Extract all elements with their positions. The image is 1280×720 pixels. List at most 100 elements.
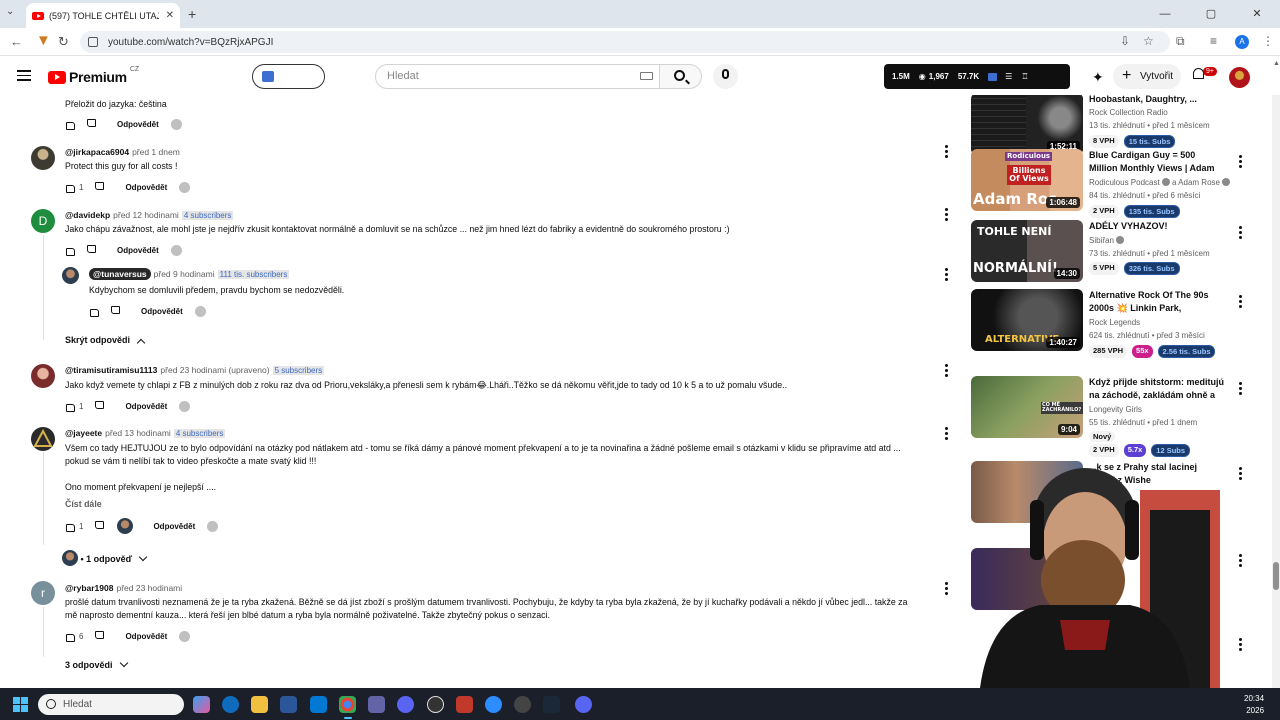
extensions-icon[interactable]: ⧉ [1176, 34, 1185, 49]
close-window-button[interactable]: ✕ [1234, 0, 1280, 28]
search-button[interactable] [660, 64, 702, 89]
comment-author[interactable]: @davidekp [65, 210, 110, 220]
reply-button[interactable]: Odpovědět [125, 402, 167, 411]
comment-time[interactable]: před 9 hodinami [154, 269, 215, 279]
voice-search-button[interactable] [713, 64, 738, 89]
reply-button[interactable]: Odpovědět [125, 632, 167, 641]
scrollbar-thumb[interactable] [1273, 562, 1279, 590]
like-icon[interactable] [65, 120, 75, 130]
site-info-icon[interactable] [88, 37, 98, 47]
like-icon[interactable] [65, 183, 75, 193]
store-icon[interactable] [280, 696, 297, 713]
maximize-button[interactable]: ▢ [1188, 0, 1234, 28]
app-icon[interactable] [514, 696, 531, 713]
app-icon[interactable] [427, 696, 444, 713]
channel-name[interactable]: Rodiculous Podcast a Adam Rose [1089, 177, 1230, 189]
show-replies-button[interactable]: • 1 odpověď [62, 550, 148, 566]
avatar[interactable]: D [31, 209, 55, 233]
video-menu-icon[interactable] [1239, 295, 1242, 310]
create-button[interactable]: Vytvořit [1113, 63, 1181, 89]
translate-icon[interactable] [207, 520, 219, 532]
comment-time[interactable]: před 23 hodinami (upraveno) [160, 365, 269, 375]
video-title[interactable]: Hoobastank, Daughtry, ... [1089, 95, 1224, 106]
dislike-icon[interactable] [95, 522, 105, 531]
youtube-logo[interactable]: Premium CZ [48, 66, 139, 85]
translate-icon[interactable] [170, 118, 182, 130]
like-icon[interactable] [65, 632, 75, 642]
like-icon[interactable] [89, 307, 99, 317]
chrome-icon[interactable] [339, 696, 356, 719]
video-menu-icon[interactable] [1239, 226, 1242, 241]
copilot-icon[interactable] [193, 696, 210, 713]
tab-close-icon[interactable]: ✕ [166, 10, 174, 21]
related-video[interactable]: Rodiculous Billions Of Views Adam Ros 1:… [971, 149, 1242, 218]
video-thumbnail[interactable]: TOHLE NENÍ NORMÁLNÍ! 14:30 [971, 220, 1083, 282]
list-icon[interactable]: ☰ [1005, 72, 1012, 81]
comment-author[interactable]: @tunaversus [89, 268, 151, 280]
comment-time[interactable]: před 13 hodinami [105, 428, 171, 438]
channel-name[interactable]: Rock Legends [1089, 317, 1140, 329]
comment-time[interactable]: před 1 dnem [132, 147, 180, 157]
video-title[interactable]: Když přijde shitstorm: meditujú na zácho… [1089, 376, 1224, 402]
scroll-up-arrow-icon[interactable]: ▲ [1273, 60, 1280, 67]
comment-menu-icon[interactable] [945, 268, 948, 283]
related-video[interactable]: CO MĚ ZACHRÁNILO? 9:04 Když přijde shits… [971, 376, 1242, 457]
translate-link[interactable]: Přeložit do jazyka: čeština [65, 98, 167, 111]
extension-pill-button[interactable] [252, 64, 325, 89]
addon-icon[interactable]: ✦ [1092, 69, 1104, 86]
related-video[interactable]: 1:52:11 Hoobastank, Daughtry, ... Rock C… [971, 95, 1236, 157]
comment-menu-icon[interactable] [945, 582, 948, 597]
avatar[interactable] [62, 267, 79, 284]
avatar[interactable] [31, 146, 55, 170]
translate-icon[interactable] [170, 244, 182, 256]
like-icon[interactable] [65, 402, 75, 412]
menu-icon[interactable] [17, 70, 31, 84]
related-video[interactable]: ALTERNATIVE 1:40:27 Alternative Rock Of … [971, 289, 1242, 358]
video-title[interactable]: Alternative Rock Of The 90s 2000s 💥 Link… [1089, 289, 1224, 315]
channel-name[interactable]: Longevity Girls [1089, 404, 1142, 416]
comment-author[interactable]: @jayeete [65, 428, 102, 438]
back-button[interactable]: ← [10, 34, 23, 49]
avatar[interactable]: r [31, 581, 55, 605]
bookmark-star-icon[interactable]: ☆ [1143, 34, 1154, 48]
video-thumbnail[interactable]: Rodiculous Billions Of Views Adam Ros 1:… [971, 149, 1083, 211]
search-input[interactable]: Hledat [375, 64, 660, 89]
file-explorer-icon[interactable] [251, 696, 268, 713]
video-thumbnail[interactable]: 1:52:11 [971, 95, 1083, 155]
steam-icon[interactable] [543, 696, 560, 713]
edge-icon[interactable] [222, 696, 239, 713]
teams-icon[interactable] [368, 696, 385, 713]
url-bar[interactable]: youtube.com/watch?v=BQzRjxAPGJI [80, 31, 1170, 53]
minimize-button[interactable]: — [1142, 0, 1188, 28]
comment-author[interactable]: @jirkapaca6904 [65, 147, 129, 157]
dislike-icon[interactable] [95, 183, 105, 192]
read-more-link[interactable]: Číst dále [65, 498, 102, 511]
extension-icon[interactable]: ▼ [36, 32, 51, 49]
reply-button[interactable]: Odpovědět [141, 307, 183, 316]
reply-button[interactable]: Odpovědět [153, 522, 195, 531]
translate-icon[interactable] [179, 181, 191, 193]
profile-avatar[interactable]: A [1235, 35, 1249, 49]
keyboard-icon[interactable] [640, 72, 653, 80]
discord-icon[interactable] [575, 696, 592, 713]
video-menu-icon[interactable] [1239, 382, 1242, 397]
show-replies-button[interactable]: 3 odpovědi [65, 658, 128, 670]
reply-button[interactable]: Odpovědět [117, 120, 159, 129]
dislike-icon[interactable] [87, 246, 97, 255]
translate-icon[interactable] [179, 400, 191, 412]
mail-icon[interactable] [310, 696, 327, 713]
comment-author[interactable]: @rybar1908 [65, 583, 113, 593]
comment-author[interactable]: @tiramisutiramisu1113 [65, 365, 157, 375]
browser-menu-icon[interactable]: ⋮ [1262, 34, 1274, 48]
dislike-icon[interactable] [111, 307, 121, 316]
video-menu-icon[interactable] [1239, 554, 1242, 569]
browser-tab[interactable]: (597) TOHLE CHTĚLI UTAJIT! M... ✕ [26, 3, 180, 28]
comment-time[interactable]: před 12 hodinami [113, 210, 179, 220]
page-scrollbar[interactable] [1272, 95, 1280, 688]
comment-menu-icon[interactable] [945, 145, 948, 160]
video-title[interactable]: Blue Cardigan Guy = 500 Million Monthly … [1089, 149, 1224, 175]
dislike-icon[interactable] [95, 402, 105, 411]
avatar[interactable] [31, 427, 55, 451]
trophy-icon[interactable]: ♖ [1021, 72, 1028, 81]
app-icon[interactable] [397, 696, 414, 713]
